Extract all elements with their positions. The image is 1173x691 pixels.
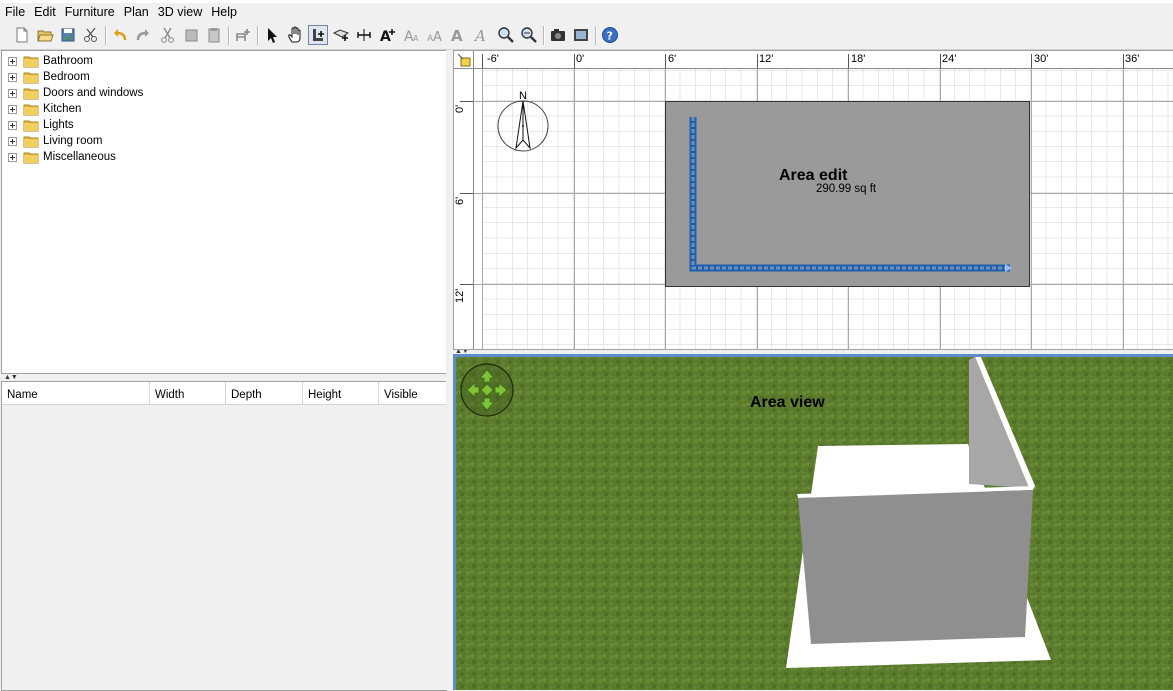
create-dimensions-icon[interactable]: [354, 25, 374, 45]
view-label: Area view: [750, 394, 825, 411]
menu-file[interactable]: File: [0, 3, 29, 22]
zoom-in-icon[interactable]: [496, 25, 516, 45]
create-photo-icon[interactable]: [548, 25, 568, 45]
menu-3d-view[interactable]: 3D view: [153, 3, 206, 22]
menu-edit[interactable]: Edit: [29, 3, 60, 22]
create-walls-icon[interactable]: [308, 25, 328, 45]
add-furniture-icon[interactable]: [233, 25, 253, 45]
save-icon[interactable]: [58, 25, 78, 45]
expand-icon[interactable]: [8, 104, 17, 114]
cut-icon[interactable]: [158, 25, 178, 45]
folder-icon: [23, 87, 39, 100]
paste-icon[interactable]: [204, 25, 224, 45]
ruler-y-label: 6': [454, 196, 466, 205]
help-icon[interactable]: ?: [600, 25, 620, 45]
undo-icon[interactable]: [110, 25, 130, 45]
expand-icon[interactable]: [8, 88, 17, 98]
catalog-category-doors-and-windows[interactable]: Doors and windows: [2, 85, 143, 101]
folder-icon: [23, 103, 39, 116]
copy-icon[interactable]: [181, 25, 201, 45]
catalog-category-bathroom[interactable]: Bathroom: [2, 53, 93, 69]
menu-help[interactable]: Help: [206, 3, 241, 22]
catalog-category-label: Lights: [43, 119, 74, 131]
select-icon[interactable]: [262, 25, 282, 45]
zoom-out-icon[interactable]: [519, 25, 539, 45]
ruler-x-label: -6': [487, 53, 499, 65]
expand-icon[interactable]: [8, 72, 17, 82]
catalog-category-bedroom[interactable]: Bedroom: [2, 69, 90, 85]
navigation-arrows-icon[interactable]: [459, 360, 517, 418]
ruler-y-label: 12': [454, 288, 466, 303]
ruler-x-label: 0': [576, 53, 585, 65]
menu-plan[interactable]: Plan: [119, 3, 153, 22]
ruler-x-label: 18': [851, 53, 866, 65]
ruler-x-label: 12': [759, 53, 774, 65]
expand-icon[interactable]: [8, 120, 17, 130]
redo-icon[interactable]: [133, 25, 153, 45]
column-header-height[interactable]: Height: [303, 382, 379, 404]
catalog-category-label: Doors and windows: [43, 87, 144, 99]
room-3d-model[interactable]: [786, 442, 1056, 672]
svg-text:A: A: [451, 27, 463, 44]
bold-text-icon[interactable]: A: [448, 25, 468, 45]
new-home-icon[interactable]: [12, 25, 32, 45]
create-rooms-icon[interactable]: [331, 25, 351, 45]
vertical-splitter[interactable]: [446, 50, 453, 690]
catalog-category-label: Bathroom: [43, 55, 93, 67]
folder-icon: [23, 71, 39, 84]
column-header-depth[interactable]: Depth: [226, 382, 303, 404]
menu-furniture[interactable]: Furniture: [60, 3, 119, 22]
ruler-y-label: 0': [454, 104, 466, 113]
expand-icon[interactable]: [8, 136, 17, 146]
catalog-category-miscellaneous[interactable]: Miscellaneous: [2, 149, 116, 165]
catalog-category-label: Bedroom: [43, 71, 90, 83]
add-text-icon[interactable]: A: [377, 25, 397, 45]
pan-icon[interactable]: [285, 25, 305, 45]
furniture-table: Name Width Depth Height Visible: [1, 381, 447, 691]
furniture-catalog-tree: Bathroom Bedroom Doors and windows Kitch…: [1, 50, 447, 374]
catalog-category-living-room[interactable]: Living room: [2, 133, 102, 149]
table-header: Name Width Depth Height Visible: [2, 382, 446, 405]
room-area-label[interactable]: 290.99 sq ft: [816, 183, 876, 195]
cut-preferences-icon[interactable]: [81, 25, 101, 45]
folder-icon: [23, 55, 39, 68]
create-video-icon[interactable]: [571, 25, 591, 45]
menu-bar: File Edit Furniture Plan 3D view Help: [0, 3, 1173, 22]
svg-text:?: ?: [607, 30, 613, 43]
folder-icon: [23, 135, 39, 148]
toolbar: A AA AA A A ?: [0, 22, 1173, 50]
ruler-x-label: 36': [1125, 53, 1140, 65]
plan-corner-icon: [457, 53, 471, 67]
folder-icon: [23, 119, 39, 132]
ruler-x-label: 30': [1034, 53, 1049, 65]
increase-text-icon[interactable]: AA: [402, 25, 422, 45]
catalog-category-label: Living room: [43, 135, 103, 147]
expand-icon[interactable]: [8, 56, 17, 66]
column-header-width[interactable]: Width: [150, 382, 226, 404]
split-arrows-icon[interactable]: ▲▼: [4, 374, 18, 381]
italic-text-icon[interactable]: A: [471, 25, 491, 45]
svg-text:A: A: [413, 34, 419, 43]
ruler-x-label: 24': [942, 53, 957, 65]
compass[interactable]: [498, 100, 548, 152]
decrease-text-icon[interactable]: AA: [425, 25, 445, 45]
ruler-x-label: 6': [668, 53, 677, 65]
column-header-name[interactable]: Name: [2, 382, 150, 404]
column-header-visible[interactable]: Visible: [379, 382, 446, 404]
svg-text:A: A: [433, 30, 442, 44]
open-icon[interactable]: [35, 25, 55, 45]
3d-view[interactable]: Area view: [453, 354, 1173, 690]
folder-icon: [23, 151, 39, 164]
catalog-category-kitchen[interactable]: Kitchen: [2, 101, 81, 117]
catalog-category-label: Miscellaneous: [43, 151, 116, 163]
expand-icon[interactable]: [8, 152, 17, 162]
catalog-category-lights[interactable]: Lights: [2, 117, 74, 133]
catalog-category-label: Kitchen: [43, 103, 82, 115]
plan-view[interactable]: -6' 0' 6' 12' 18' 24' 30' 36' 0' 6' 12' …: [453, 50, 1173, 350]
svg-text:A: A: [473, 27, 486, 44]
